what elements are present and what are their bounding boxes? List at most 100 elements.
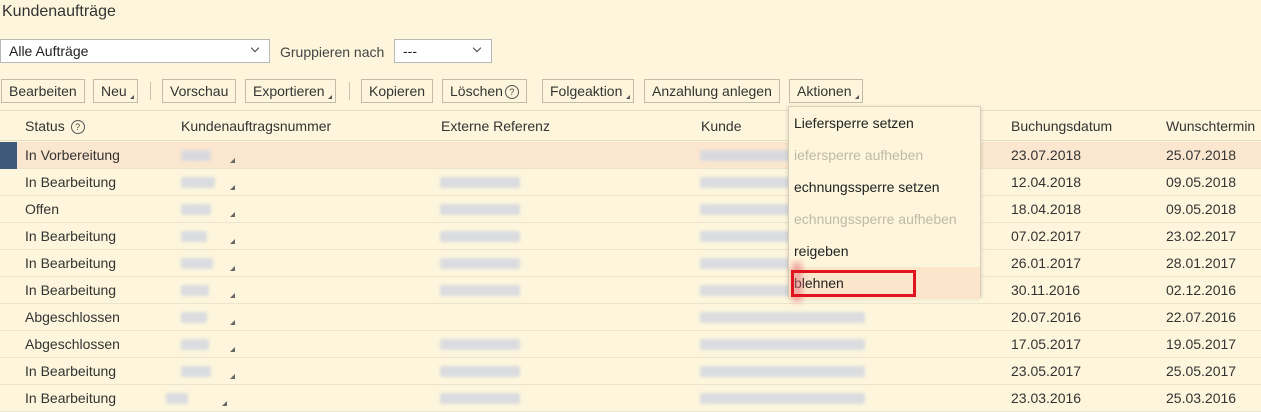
menu-item-remove-delivery-block: iefersperre aufheben [794, 147, 924, 163]
link-menu-corner-icon[interactable] [222, 401, 227, 406]
delete-button-label: Löschen [450, 83, 503, 99]
new-button-label: Neu [101, 83, 127, 99]
edit-button-label: Bearbeiten [9, 83, 77, 99]
preview-button[interactable]: Vorschau [162, 79, 237, 103]
desired-date-cell: 28.01.2017 [1166, 255, 1237, 271]
column-status[interactable]: Status ? [25, 118, 85, 135]
redacted-customer [700, 393, 865, 404]
redacted-order-number [181, 258, 213, 269]
table-row[interactable]: In Vorbereitung 23.07.2018 25.07.2018 [0, 142, 1261, 169]
link-menu-corner-icon[interactable] [230, 266, 235, 271]
column-status-label: Status [25, 118, 65, 134]
menu-item-set-billing-block[interactable]: echnungssperre setzen [789, 171, 980, 203]
table-row[interactable]: In Bearbeitung 12.04.2018 09.05.2018 [0, 169, 1261, 196]
group-by-value: --- [403, 43, 417, 59]
preview-button-label: Vorschau [170, 83, 229, 99]
link-menu-corner-icon[interactable] [230, 212, 235, 217]
redacted-external-reference [440, 204, 520, 215]
status-cell: Abgeschlossen [25, 309, 120, 325]
menu-corner-icon [129, 95, 134, 99]
status-cell: Offen [25, 201, 59, 217]
menu-item-reject[interactable]: blehnen [789, 267, 980, 299]
booking-date-cell: 23.05.2017 [1011, 363, 1082, 379]
redacted-order-number [181, 285, 209, 296]
desired-date-cell: 22.07.2016 [1166, 309, 1237, 325]
redacted-order-number [181, 312, 207, 323]
menu-item-release[interactable]: reigeben [789, 235, 980, 267]
column-booking-date[interactable]: Buchungsdatum [1011, 118, 1112, 134]
redacted-external-reference [440, 231, 520, 242]
column-customer[interactable]: Kunde [701, 118, 741, 134]
redacted-customer [700, 366, 865, 377]
desired-date-cell: 09.05.2018 [1166, 201, 1237, 217]
booking-date-cell: 20.07.2016 [1011, 309, 1082, 325]
view-select[interactable]: Alle Aufträge [0, 39, 270, 63]
export-button[interactable]: Exportieren [245, 79, 336, 103]
column-order-number[interactable]: Kundenauftragsnummer [181, 118, 331, 134]
redacted-external-reference [440, 393, 520, 404]
link-menu-corner-icon[interactable] [230, 239, 235, 244]
redacted-customer [700, 150, 795, 161]
link-menu-corner-icon[interactable] [230, 347, 235, 352]
table-row[interactable]: In Bearbeitung 26.01.2017 28.01.2017 [0, 250, 1261, 277]
booking-date-cell: 23.07.2018 [1011, 147, 1082, 163]
status-cell: In Bearbeitung [25, 228, 117, 244]
deposit-button[interactable]: Anzahlung anlegen [644, 79, 780, 103]
new-button[interactable]: Neu [93, 79, 138, 103]
help-icon[interactable]: ? [504, 85, 519, 100]
status-cell: In Bearbeitung [25, 174, 117, 190]
page-title: Kundenaufträge [2, 3, 116, 20]
desired-date-cell: 23.02.2017 [1166, 228, 1237, 244]
status-cell: Abgeschlossen [25, 336, 120, 352]
status-cell: In Bearbeitung [25, 282, 117, 298]
help-icon[interactable]: ? [70, 120, 85, 135]
table-row[interactable]: Offen 18.04.2018 09.05.2018 [0, 196, 1261, 223]
table-row[interactable]: Abgeschlossen 17.05.2017 19.05.2017 [0, 331, 1261, 358]
group-by-label: Gruppieren nach [280, 44, 385, 60]
table-header: Status ? Kundenauftragsnummer Externe Re… [0, 110, 1261, 141]
redacted-order-number [181, 366, 211, 377]
booking-date-cell: 26.01.2017 [1011, 255, 1082, 271]
menu-item-set-delivery-block[interactable]: Liefersperre setzen [789, 107, 980, 139]
link-menu-corner-icon[interactable] [230, 320, 235, 325]
copy-button[interactable]: Kopieren [361, 79, 434, 103]
link-menu-corner-icon[interactable] [230, 185, 235, 190]
status-cell: In Vorbereitung [25, 147, 120, 163]
actions-button-label: Aktionen [797, 83, 852, 99]
column-external-reference[interactable]: Externe Referenz [441, 118, 550, 134]
menu-corner-icon [855, 95, 860, 99]
actions-dropdown: Liefersperre setzen iefersperre aufheben… [788, 106, 981, 299]
link-menu-corner-icon[interactable] [230, 158, 235, 163]
redacted-order-number [181, 339, 209, 350]
deposit-button-label: Anzahlung anlegen [652, 83, 772, 99]
followup-button-label: Folgeaktion [550, 83, 623, 99]
redacted-external-reference [440, 177, 520, 188]
followup-button[interactable]: Folgeaktion [542, 79, 635, 103]
column-desired-date[interactable]: Wunschtermin [1166, 118, 1255, 134]
desired-date-cell: 02.12.2016 [1166, 282, 1237, 298]
redacted-external-reference [440, 258, 520, 269]
booking-date-cell: 30.11.2016 [1011, 282, 1081, 298]
toolbar-separator [349, 82, 350, 100]
redacted-external-reference [440, 285, 520, 296]
delete-button[interactable]: Löschen? [442, 79, 527, 103]
table-row[interactable]: In Bearbeitung 30.11.2016 02.12.2016 [0, 277, 1261, 304]
highlight-glow [792, 262, 802, 302]
table-row[interactable]: In Bearbeitung 23.05.2017 25.05.2017 [0, 358, 1261, 385]
redacted-order-number [181, 231, 207, 242]
edit-button[interactable]: Bearbeiten [1, 79, 85, 103]
desired-date-cell: 25.05.2017 [1166, 363, 1237, 379]
redacted-external-reference [440, 366, 520, 377]
group-by-select[interactable]: --- [394, 39, 492, 63]
link-menu-corner-icon[interactable] [230, 293, 235, 298]
menu-corner-icon [327, 95, 332, 99]
link-menu-corner-icon[interactable] [230, 374, 235, 379]
desired-date-cell: 09.05.2018 [1166, 174, 1237, 190]
actions-button[interactable]: Aktionen [789, 79, 864, 103]
booking-date-cell: 17.05.2017 [1011, 336, 1082, 352]
table-row[interactable]: In Bearbeitung 07.02.2017 23.02.2017 [0, 223, 1261, 250]
redacted-external-reference [440, 339, 520, 350]
desired-date-cell: 25.03.2016 [1166, 390, 1237, 406]
table-row[interactable]: Abgeschlossen 20.07.2016 22.07.2016 [0, 304, 1261, 331]
status-cell: In Bearbeitung [25, 363, 117, 379]
